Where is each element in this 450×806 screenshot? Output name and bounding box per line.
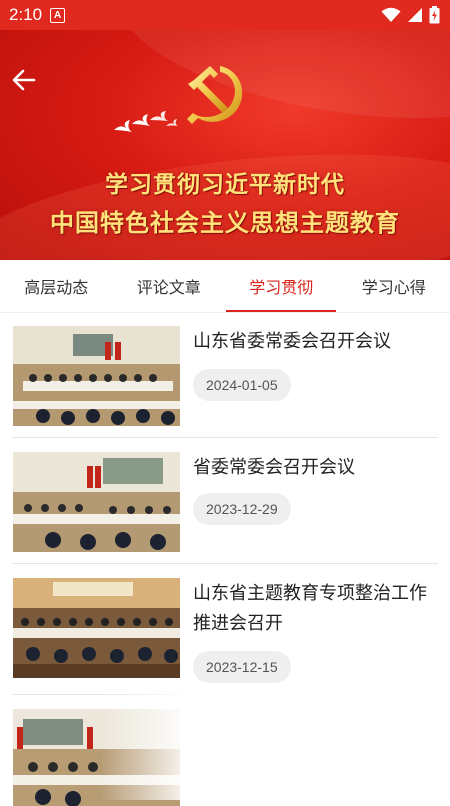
meeting-photo-thumbnail [13, 452, 180, 552]
tab-label: 高层动态 [24, 274, 88, 298]
signal-icon [407, 7, 423, 23]
status-icons [381, 6, 440, 24]
tab-gaoceng-dongtai[interactable]: 高层动态 [0, 260, 113, 312]
loading-fade-overlay [100, 690, 450, 800]
active-tab-indicator [226, 310, 336, 312]
banner: 学习贯彻习近平新时代 中国特色社会主义思想主题教育 [0, 30, 450, 260]
wifi-icon [381, 7, 401, 23]
doves-decoration [110, 110, 180, 136]
meeting-photo-thumbnail [13, 326, 180, 426]
tab-bar: 高层动态 评论文章 学习贯彻 学习心得 [0, 260, 450, 313]
article-item[interactable]: 省委常委会召开会议 2023-12-29 [0, 439, 450, 564]
status-time: 2:10 [9, 5, 42, 25]
notification-a-icon: A [50, 8, 65, 23]
article-title: 山东省主题教育专项整治工作推进会召开 [193, 579, 439, 639]
divider [12, 437, 438, 438]
status-bar: 2:10 A [0, 0, 450, 30]
article-title: 省委常委会召开会议 [193, 453, 439, 483]
meeting-photo-thumbnail [13, 578, 180, 678]
tab-label: 评论文章 [137, 274, 201, 298]
article-title: 山东省委常委会召开会议 [193, 327, 439, 357]
article-item[interactable]: 山东省委常委会召开会议 2024-01-05 [0, 313, 450, 438]
tab-xuexi-guanche[interactable]: 学习贯彻 [225, 260, 338, 312]
article-date: 2023-12-29 [193, 493, 291, 525]
tab-xuexi-xinde[interactable]: 学习心得 [338, 260, 450, 312]
tab-pinglun-wenzhang[interactable]: 评论文章 [113, 260, 226, 312]
tab-label: 学习贯彻 [249, 274, 313, 298]
tab-label: 学习心得 [362, 274, 426, 298]
article-date: 2024-01-05 [193, 369, 291, 401]
back-arrow-icon[interactable] [8, 64, 40, 96]
battery-icon [429, 6, 440, 24]
banner-title-line2: 中国特色社会主义思想主题教育 [0, 203, 450, 238]
party-emblem-icon [180, 58, 252, 130]
divider [12, 563, 438, 564]
banner-title-line1: 学习贯彻习近平新时代 [0, 165, 450, 199]
article-item[interactable]: 山东省主题教育专项整治工作推进会召开 2023-12-15 [0, 565, 450, 695]
article-date: 2023-12-15 [193, 651, 291, 683]
